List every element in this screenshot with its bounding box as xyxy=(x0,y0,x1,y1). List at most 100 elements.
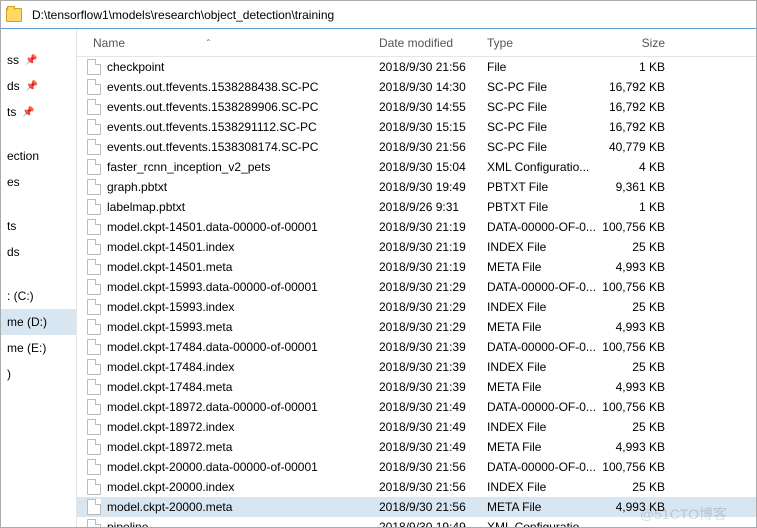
sidebar-item[interactable]: ection xyxy=(1,143,76,169)
file-type: XML Configuratio... xyxy=(487,160,597,174)
file-row[interactable]: events.out.tfevents.1538289906.SC-PC 2018… xyxy=(77,97,756,117)
file-name: events.out.tfevents.1538291112.SC-PC xyxy=(107,120,317,134)
file-icon xyxy=(87,479,101,495)
file-icon xyxy=(87,139,101,155)
file-row[interactable]: model.ckpt-20000.index2018/9/30 21:56IND… xyxy=(77,477,756,497)
file-row[interactable]: model.ckpt-18972.index2018/9/30 21:49IND… xyxy=(77,417,756,437)
file-icon xyxy=(87,239,101,255)
file-size: 16,792 KB xyxy=(597,100,675,114)
file-date: 2018/9/30 21:39 xyxy=(379,340,487,354)
file-type: INDEX File xyxy=(487,360,597,374)
address-path[interactable]: D:\tensorflow1\models\research\object_de… xyxy=(28,6,751,24)
file-icon xyxy=(87,359,101,375)
header-date[interactable]: Date modified xyxy=(379,36,487,50)
file-row[interactable]: model.ckpt-17484.data-00000-of-000012018… xyxy=(77,337,756,357)
file-date: 2018/9/30 15:15 xyxy=(379,120,487,134)
file-name: model.ckpt-18972.index xyxy=(107,420,234,434)
header-type[interactable]: Type xyxy=(487,36,597,50)
file-type: SC-PC File xyxy=(487,120,597,134)
file-date: 2018/9/30 15:04 xyxy=(379,160,487,174)
file-row[interactable]: model.ckpt-18972.data-00000-of-000012018… xyxy=(77,397,756,417)
sidebar-item[interactable]: ds 📌 xyxy=(1,73,76,99)
file-type: META File xyxy=(487,440,597,454)
sidebar-item-label: me (E:) xyxy=(7,341,46,355)
file-type: DATA-00000-OF-0... xyxy=(487,340,597,354)
sidebar-item[interactable]: ss📌 xyxy=(1,47,76,73)
file-type: INDEX File xyxy=(487,420,597,434)
file-icon xyxy=(87,439,101,455)
file-date: 2018/9/30 21:19 xyxy=(379,260,487,274)
sidebar-item[interactable]: me (E:) xyxy=(1,335,76,361)
sidebar-item[interactable]: ) xyxy=(1,361,76,387)
header-name[interactable]: Name ⌃ xyxy=(77,36,379,50)
file-date: 2018/9/30 14:55 xyxy=(379,100,487,114)
file-icon xyxy=(87,379,101,395)
file-type: INDEX File xyxy=(487,480,597,494)
file-type: File xyxy=(487,60,597,74)
file-size: 100,756 KB xyxy=(597,220,675,234)
nav-sidebar: ss📌 ds 📌 ts📌 ectiones ts ds : (C:) me (D:) me (E:… xyxy=(1,29,77,527)
file-size: 4 KB xyxy=(597,160,675,174)
file-row[interactable]: events.out.tfevents.1538288438.SC-PC2018… xyxy=(77,77,756,97)
file-icon xyxy=(87,339,101,355)
file-row[interactable]: model.ckpt-15993.index2018/9/30 21:29IND… xyxy=(77,297,756,317)
file-type: SC-PC File xyxy=(487,100,597,114)
file-list[interactable]: Name ⌃ Date modified Type Size checkpoin… xyxy=(77,29,756,527)
sidebar-item[interactable]: ts xyxy=(1,213,76,239)
file-type: XML Configuratio... xyxy=(487,520,597,527)
file-date: 2018/9/30 21:19 xyxy=(379,240,487,254)
file-row[interactable]: model.ckpt-17484.meta2018/9/30 21:39META… xyxy=(77,377,756,397)
file-row[interactable]: model.ckpt-20000.meta2018/9/30 21:56META… xyxy=(77,497,756,517)
file-name: model.ckpt-18972.data-00000-of-00001 xyxy=(107,400,318,414)
file-name: events.out.tfevents.1538289906.SC-PC xyxy=(107,100,318,114)
header-size[interactable]: Size xyxy=(597,36,675,50)
file-row[interactable]: model.ckpt-17484.index2018/9/30 21:39IND… xyxy=(77,357,756,377)
sidebar-item-label: ds xyxy=(7,79,20,93)
file-name: model.ckpt-15993.data-00000-of-00001 xyxy=(107,280,318,294)
file-name: model.ckpt-20000.index xyxy=(107,480,234,494)
file-date: 2018/9/30 21:39 xyxy=(379,380,487,394)
file-type: PBTXT File xyxy=(487,200,597,214)
file-row[interactable]: model.ckpt-18972.meta2018/9/30 21:49META… xyxy=(77,437,756,457)
file-row[interactable]: model.ckpt-15993.data-00000-of-00001 2018… xyxy=(77,277,756,297)
file-size: 25 KB xyxy=(597,240,675,254)
file-row[interactable]: events.out.tfevents.1538291112.SC-PC 2018… xyxy=(77,117,756,137)
sidebar-item-label: : (C:) xyxy=(7,289,34,303)
sidebar-item[interactable]: me (D:) xyxy=(1,309,76,335)
file-type: META File xyxy=(487,260,597,274)
file-row[interactable]: checkpoint2018/9/30 21:56File1 KB xyxy=(77,57,756,77)
file-date: 2018/9/30 19:49 xyxy=(379,520,487,527)
file-row[interactable]: model.ckpt-15993.meta2018/9/30 21:29META… xyxy=(77,317,756,337)
file-row[interactable]: model.ckpt-14501.index2018/9/30 21:19IND… xyxy=(77,237,756,257)
file-size: 100,756 KB xyxy=(597,340,675,354)
sidebar-item[interactable]: ts📌 xyxy=(1,99,76,125)
file-date: 2018/9/30 21:29 xyxy=(379,280,487,294)
file-icon xyxy=(87,179,101,195)
file-row[interactable]: graph.pbtxt2018/9/30 19:49PBTXT File9,36… xyxy=(77,177,756,197)
file-row[interactable]: pipeline2018/9/30 19:49XML Configuratio.… xyxy=(77,517,756,527)
file-date: 2018/9/30 21:19 xyxy=(379,220,487,234)
file-type: DATA-00000-OF-0... xyxy=(487,460,597,474)
file-size: 16,792 KB xyxy=(597,80,675,94)
file-size: 16,792 KB xyxy=(597,120,675,134)
file-row[interactable]: faster_rcnn_inception_v2_pets2018/9/30 1… xyxy=(77,157,756,177)
file-row[interactable]: model.ckpt-20000.data-00000-of-000012018… xyxy=(77,457,756,477)
sidebar-item-label: ds xyxy=(7,245,20,259)
address-bar[interactable]: D:\tensorflow1\models\research\object_de… xyxy=(1,1,756,29)
file-row[interactable]: events.out.tfevents.1538308174.SC-PC2018… xyxy=(77,137,756,157)
file-icon xyxy=(87,319,101,335)
file-name: model.ckpt-15993.meta xyxy=(107,320,232,334)
file-row[interactable]: labelmap.pbtxt2018/9/26 9:31PBTXT File1 … xyxy=(77,197,756,217)
file-icon xyxy=(87,219,101,235)
file-row[interactable]: model.ckpt-14501.meta2018/9/30 21:19META… xyxy=(77,257,756,277)
file-icon xyxy=(87,499,101,515)
file-date: 2018/9/30 21:39 xyxy=(379,360,487,374)
file-date: 2018/9/30 21:56 xyxy=(379,60,487,74)
sidebar-item[interactable]: es xyxy=(1,169,76,195)
file-type: INDEX File xyxy=(487,240,597,254)
pin-icon: 📌 xyxy=(26,81,38,92)
file-row[interactable]: model.ckpt-14501.data-00000-of-000012018… xyxy=(77,217,756,237)
sidebar-item[interactable]: : (C:) xyxy=(1,283,76,309)
sidebar-item-label: ts xyxy=(7,105,16,119)
sidebar-item[interactable]: ds xyxy=(1,239,76,265)
